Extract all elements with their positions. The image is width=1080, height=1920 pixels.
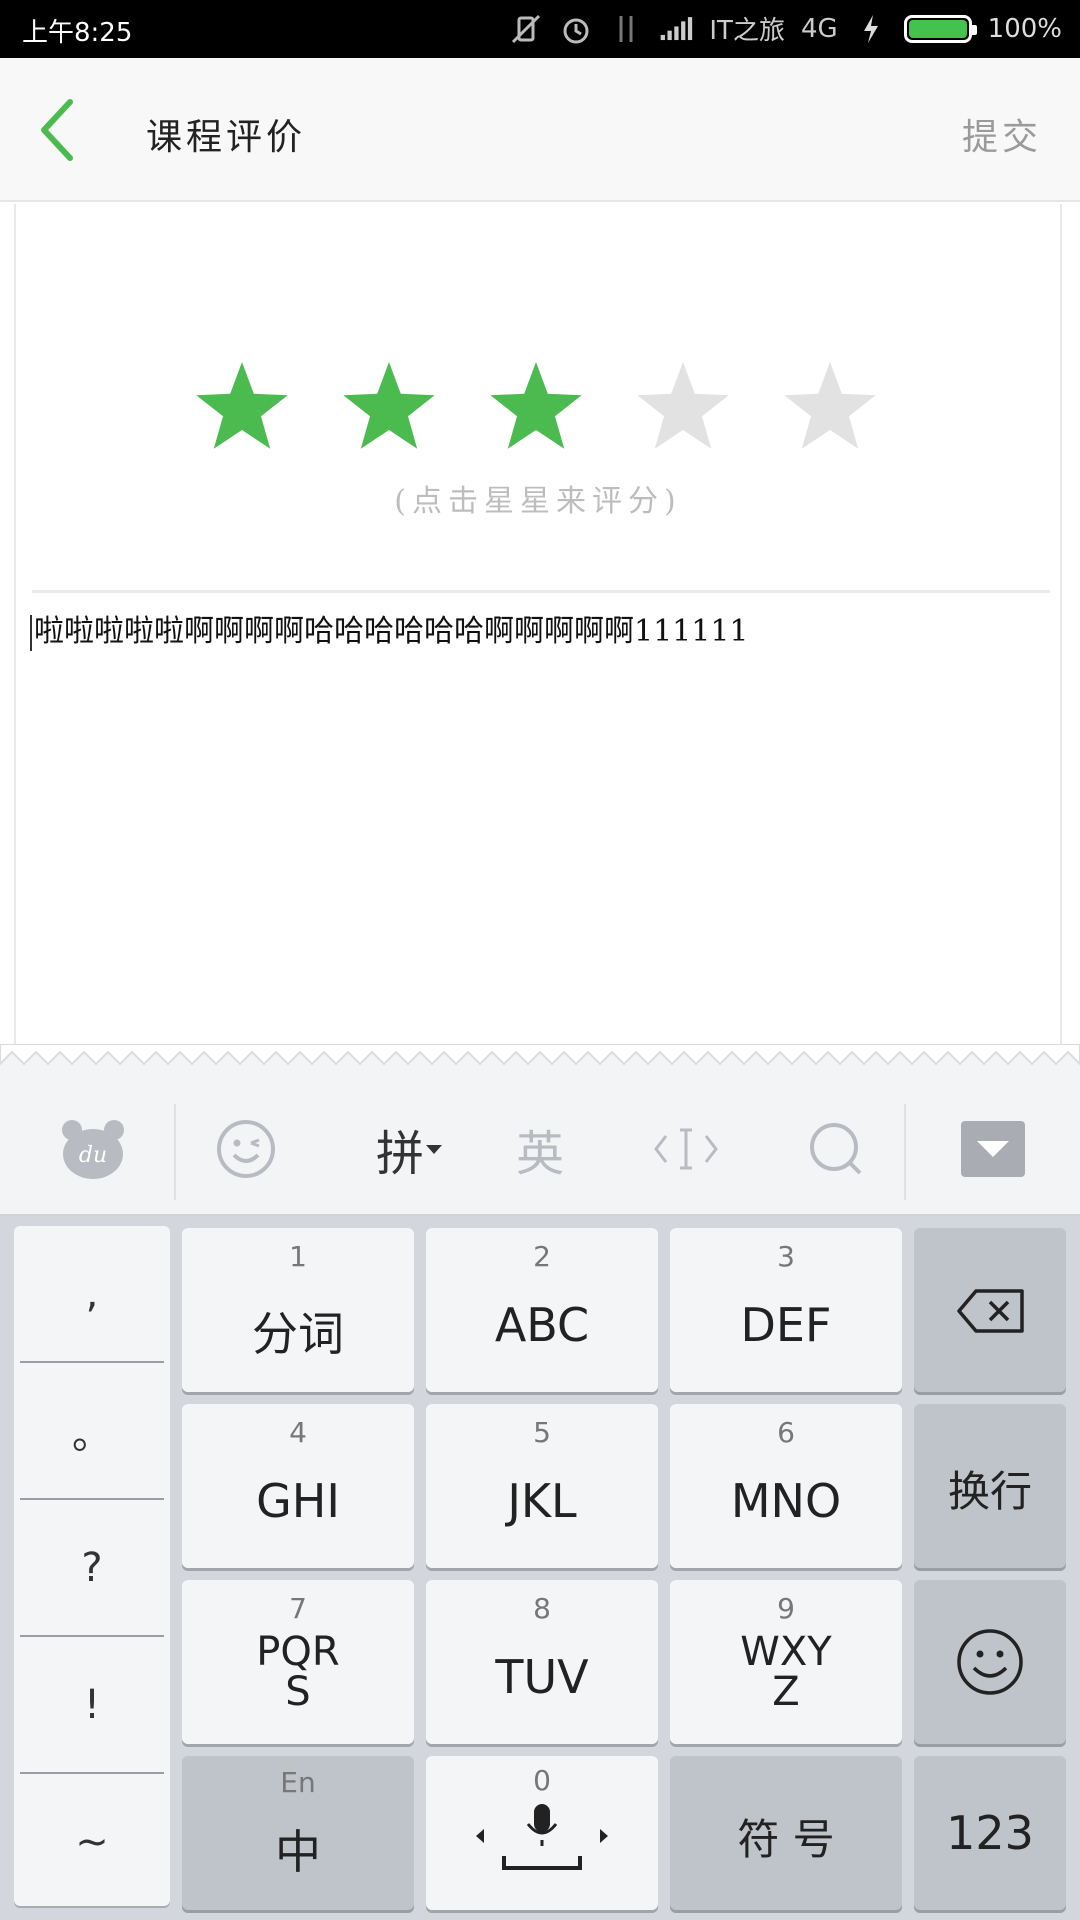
battery-percent: 100% <box>987 13 1062 44</box>
toolbar-separator <box>904 1104 906 1200</box>
emoji-face-icon[interactable] <box>206 1104 286 1194</box>
punct-key[interactable]: , <box>20 1226 164 1363</box>
star-filled-icon[interactable] <box>192 356 292 456</box>
key-4[interactable]: 4 GHI <box>182 1404 414 1568</box>
star-filled-icon[interactable] <box>486 356 586 456</box>
punctuation-column: , 。 ? ! ~ <box>14 1226 170 1906</box>
back-arrow-icon <box>41 99 73 161</box>
back-button[interactable] <box>36 94 96 166</box>
svg-text:du: du <box>79 1143 107 1168</box>
star-empty-icon[interactable] <box>780 356 880 456</box>
key-number: 3 <box>777 1240 795 1273</box>
star-empty-icon[interactable] <box>633 356 733 456</box>
key-number: 6 <box>777 1416 795 1449</box>
t9-keyboard: , 。 ? ! ~ 1 分词 2 ABC 3 DEF 4 GHI 5 JKL 6… <box>0 1216 1080 1920</box>
key-number: 5 <box>533 1416 551 1449</box>
carrier-name: IT之旅 <box>709 16 785 46</box>
page-title: 课程评价 <box>146 117 307 158</box>
key-2[interactable]: 2 ABC <box>426 1228 658 1392</box>
punct-key[interactable]: ? <box>20 1500 164 1637</box>
baidu-bear-icon[interactable]: du <box>48 1104 138 1194</box>
key-label-line2: Z <box>772 1669 800 1715</box>
enter-key[interactable]: 换行 <box>914 1404 1066 1568</box>
key-number: 7 <box>289 1592 307 1625</box>
key-label: JKL <box>507 1474 577 1528</box>
key-1[interactable]: 1 分词 <box>182 1228 414 1392</box>
rating-hint: (点击星星来评分) <box>394 484 682 519</box>
key-8[interactable]: 8 TUV <box>426 1580 658 1744</box>
punct-key[interactable]: ! <box>20 1637 164 1774</box>
key-label: DEF <box>740 1298 832 1352</box>
key-number: 0 <box>533 1764 551 1797</box>
battery-icon <box>903 14 977 43</box>
alarm-icon <box>559 12 593 46</box>
review-card: (点击星星来评分) 啦啦啦啦啦啊啊啊啊哈哈哈哈哈哈啊啊啊啊啊111111 <box>14 204 1062 1064</box>
symbol-key[interactable]: 符 号 <box>670 1756 902 1910</box>
key-7[interactable]: 7 PQR S <box>182 1580 414 1744</box>
key-label: PQR <box>256 1629 340 1675</box>
lang-label: 中 <box>275 1825 321 1879</box>
vibrate-off-icon <box>509 12 543 46</box>
backspace-icon <box>957 1289 1024 1333</box>
enter-label: 换行 <box>947 1467 1032 1516</box>
status-time: 上午8:25 <box>22 18 133 48</box>
key-label: TUV <box>495 1650 589 1704</box>
numbers-label: 123 <box>946 1806 1034 1860</box>
key-label: 分词 <box>252 1307 344 1361</box>
star-filled-icon[interactable] <box>339 356 439 456</box>
status-icons: IT之旅 4G 100% <box>509 10 1062 47</box>
english-mode-button[interactable]: 英 <box>500 1104 580 1194</box>
key-label: MNO <box>730 1474 842 1528</box>
symbol-label: 符 号 <box>737 1815 835 1864</box>
pinyin-label: 拼 <box>375 1126 424 1182</box>
key-9[interactable]: 9 WXY Z <box>670 1580 902 1744</box>
toolbar-separator <box>174 1104 176 1200</box>
key-number: 1 <box>289 1240 307 1273</box>
key-label: ABC <box>494 1298 590 1352</box>
key-label-line2: S <box>285 1669 311 1715</box>
hide-keyboard-icon[interactable] <box>960 1104 1026 1194</box>
submit-button[interactable]: 提交 <box>962 108 1042 160</box>
text-caret <box>30 615 32 651</box>
punct-key[interactable]: 。 <box>20 1363 164 1500</box>
comment-text: 啦啦啦啦啦啊啊啊啊哈哈哈哈哈哈啊啊啊啊啊111111 <box>34 614 749 649</box>
key-number: 8 <box>533 1592 551 1625</box>
key-6[interactable]: 6 MNO <box>670 1404 902 1568</box>
key-label: GHI <box>256 1474 340 1528</box>
key-label: WXY <box>740 1629 832 1675</box>
data-transfer-icon <box>609 12 643 46</box>
key-3[interactable]: 3 DEF <box>670 1228 902 1392</box>
key-number: 9 <box>777 1592 795 1625</box>
zigzag-edge <box>0 1044 1080 1084</box>
search-icon[interactable] <box>796 1104 876 1194</box>
caret-down-icon <box>426 1145 442 1154</box>
key-number: 2 <box>533 1240 551 1273</box>
microphone-icon <box>476 1804 608 1870</box>
star-rating[interactable] <box>192 356 880 456</box>
app-header: 课程评价 提交 <box>0 58 1080 202</box>
backspace-key[interactable] <box>914 1228 1066 1392</box>
lang-small-label: En <box>280 1766 316 1799</box>
key-5[interactable]: 5 JKL <box>426 1404 658 1568</box>
network-type: 4G <box>800 13 838 44</box>
smiley-icon <box>957 1629 1023 1695</box>
keyboard-toolbar: du 拼 英 <box>0 1084 1080 1216</box>
signal-icon <box>659 12 693 46</box>
cursor-move-icon[interactable] <box>646 1104 726 1194</box>
divider <box>32 590 1050 593</box>
charging-icon <box>854 12 888 46</box>
key-number: 4 <box>289 1416 307 1449</box>
language-switch-key[interactable]: En 中 <box>182 1756 414 1910</box>
numbers-key[interactable]: 123 <box>914 1756 1066 1910</box>
space-key[interactable]: 0 <box>426 1756 658 1910</box>
punct-key[interactable]: ~ <box>20 1774 164 1909</box>
pinyin-mode-button[interactable]: 拼 <box>360 1104 460 1194</box>
status-bar: 上午8:25 IT之旅 4G 100% <box>0 0 1080 58</box>
comment-input[interactable]: 啦啦啦啦啦啊啊啊啊哈哈哈哈哈哈啊啊啊啊啊111111 <box>30 606 1044 651</box>
emoji-key[interactable] <box>914 1580 1066 1744</box>
